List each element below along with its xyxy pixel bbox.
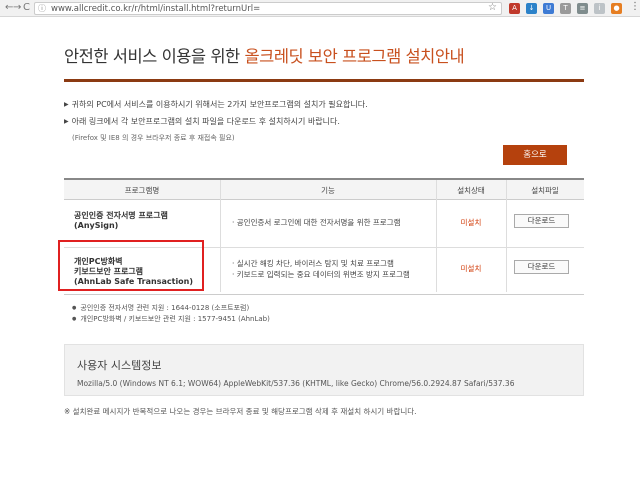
bullet-icon: ● — [72, 316, 77, 322]
title-divider — [64, 79, 584, 82]
forward-icon[interactable]: → — [13, 2, 21, 13]
header-function: 기능 — [321, 186, 335, 195]
header-program-name: 프로그램명 — [124, 186, 160, 195]
reinstall-note: ※ 설치완료 메시지가 반복적으로 나오는 경우는 브라우저 종료 및 해당프로… — [64, 407, 417, 416]
highlight-box — [58, 240, 204, 291]
user-agent-text: Mozilla/5.0 (Windows NT 6.1; WOW64) Appl… — [77, 379, 515, 388]
support-anysign: ● 공인인증 전자서명 관련 지원 : 1644-0128 (소프트포럼) — [72, 304, 250, 312]
address-url[interactable]: www.allcredit.co.kr/r/html/install.html?… — [51, 4, 260, 14]
download-extension-icon[interactable]: ↓ — [526, 3, 537, 14]
bullet-icon: ▶ — [64, 101, 69, 108]
support-ahnlab: ● 개인PC방화벽 / 키보드보안 관련 지원 : 1577-9451 (AhnL… — [72, 315, 270, 323]
instruction-item-1: ▶ 귀하의 PC에서 서비스를 이용하시기 위해서는 2가지 보안프로그램의 설치… — [64, 100, 368, 109]
page-title-highlight: 올크레딧 보안 프로그램 설치안내 — [244, 47, 465, 66]
bookmark-star-icon[interactable]: ☆ — [488, 2, 497, 13]
system-info-box: 사용자 시스템정보 Mozilla/5.0 (Windows NT 6.1; W… — [64, 344, 584, 396]
reload-icon[interactable]: C — [23, 2, 30, 13]
system-info-title: 사용자 시스템정보 — [77, 359, 162, 372]
info-icon[interactable]: ⓘ — [38, 3, 46, 14]
install-status: 미설치 — [460, 264, 482, 273]
program-name: 공인인증 전자서명 프로그램 (AnySign) — [74, 211, 168, 230]
page-title: 안전한 서비스 이용을 위한 올크레딧 보안 프로그램 설치안내 — [64, 43, 465, 67]
pdf-extension-icon[interactable]: A — [509, 3, 520, 14]
home-button[interactable]: 홈으로 — [503, 145, 567, 165]
browser-menu-icon[interactable]: ⋮ — [630, 1, 640, 12]
page-title-prefix: 안전한 서비스 이용을 위한 — [64, 47, 245, 66]
doc-extension-icon[interactable]: ≡ — [577, 3, 588, 14]
download-button-anysign[interactable]: 다운로드 — [514, 214, 569, 228]
bullet-icon: ▶ — [64, 118, 69, 125]
bullet-icon: ● — [72, 305, 77, 311]
program-features: · 공인인증서 로그인에 대한 전자서명을 위한 프로그램 — [232, 218, 401, 227]
puzzle-extension-icon[interactable]: ● — [611, 3, 622, 14]
install-status: 미설치 — [460, 218, 482, 227]
info-extension-icon[interactable]: i — [594, 3, 605, 14]
address-bar[interactable]: ⓘ www.allcredit.co.kr/r/html/install.htm… — [34, 2, 502, 15]
instruction-item-2: ▶ 아래 링크에서 각 보안프로그램의 설치 파일을 다운로드 후 설치하시기 바… — [64, 117, 340, 126]
program-features: · 실시간 해킹 차단, 바이러스 탐지 및 치료 프로그램 · 키보드로 입력… — [232, 259, 410, 279]
download-button-ahnlab[interactable]: 다운로드 — [514, 260, 569, 274]
shield-extension-icon[interactable]: U — [543, 3, 554, 14]
header-status: 설치상태 — [457, 186, 485, 195]
browser-toolbar: ← → C ⓘ www.allcredit.co.kr/r/html/insta… — [0, 0, 640, 17]
browser-restart-note: (Firefox 및 IE8 의 경우 브라우저 종료 후 재접속 필요) — [72, 134, 235, 142]
header-file: 설치파일 — [531, 186, 559, 195]
t-extension-icon[interactable]: T — [560, 3, 571, 14]
